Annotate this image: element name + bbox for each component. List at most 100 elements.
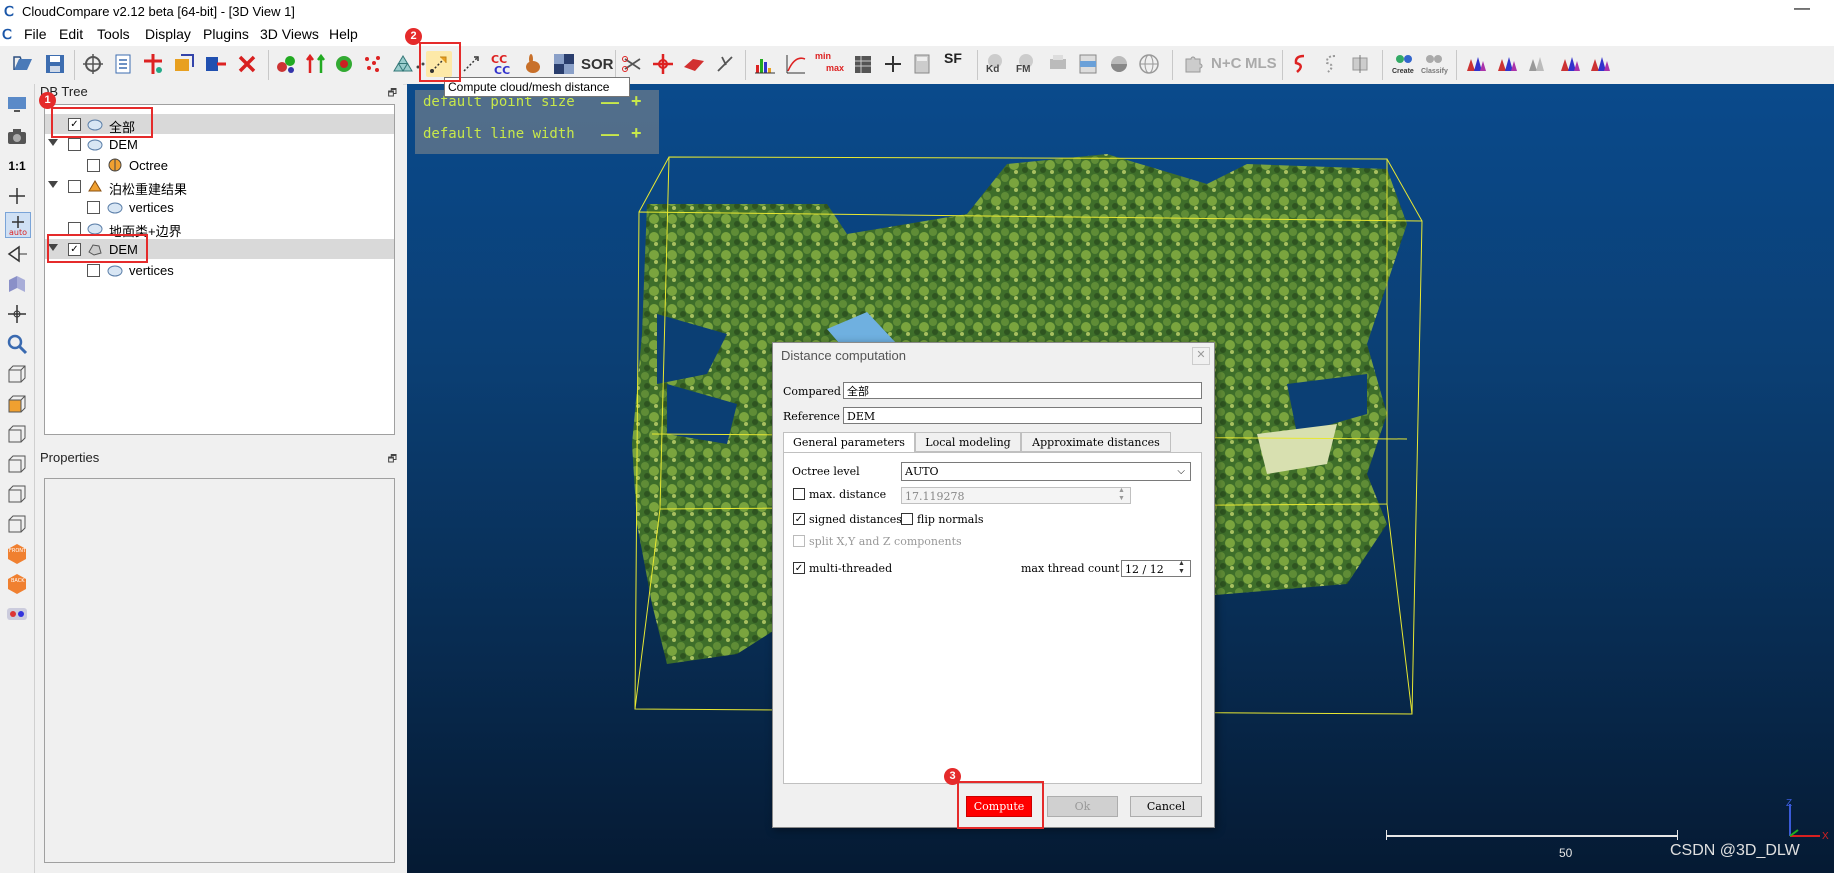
pick-icon[interactable] [712, 51, 738, 77]
flip-normals-checkbox[interactable] [901, 513, 913, 525]
puzzle-icon[interactable] [1180, 51, 1206, 77]
compared-field[interactable]: 全部 [843, 382, 1202, 399]
view-cube-icon-1[interactable] [5, 362, 29, 386]
sample-points-icon[interactable] [140, 51, 166, 77]
menu-3d-views[interactable]: 3D Views [258, 26, 321, 42]
save-icon[interactable] [42, 51, 68, 77]
minmax-bottom-label[interactable]: max [826, 63, 844, 73]
reference-field[interactable]: DEM [843, 407, 1202, 424]
sf-button[interactable]: SF [944, 50, 962, 66]
line-width-minus-button[interactable]: — [601, 124, 619, 145]
menu-file[interactable]: File [22, 26, 49, 42]
s-dots-icon[interactable] [1318, 51, 1344, 77]
cloud-cloud-dist-icon[interactable] [458, 51, 484, 77]
tab-approximate-distances[interactable]: Approximate distances [1021, 432, 1171, 452]
segment-icon[interactable] [203, 51, 229, 77]
signed-distances-checkbox[interactable]: ✓ [793, 513, 805, 525]
tree-item-checkbox[interactable] [87, 201, 100, 214]
expand-icon[interactable] [48, 181, 58, 188]
scissors-icon[interactable] [620, 51, 646, 77]
display-icon[interactable] [5, 92, 29, 116]
spin-arrows-icon[interactable]: ▲ ▼ [1118, 487, 1125, 503]
s-curve-icon[interactable] [1287, 51, 1313, 77]
view-cube-icon-4[interactable] [5, 482, 29, 506]
view-cube-icon-2[interactable] [5, 422, 29, 446]
tree-item-octree[interactable]: Octree [45, 155, 394, 175]
menu-plugins[interactable]: Plugins [201, 26, 251, 42]
merge-icon[interactable] [171, 51, 197, 77]
histogram-icon[interactable] [752, 51, 778, 77]
sor-filter-button[interactable]: SOR [581, 56, 614, 73]
move-icon[interactable] [5, 302, 29, 326]
stereo-icon[interactable] [5, 602, 29, 626]
float-panel-icon[interactable]: 🗗 [388, 452, 397, 469]
ok-button[interactable]: Ok [1047, 796, 1118, 817]
app-menu-icon[interactable]: Ⅽ [2, 26, 12, 43]
view-cube-icon-3[interactable] [5, 452, 29, 476]
menu-help[interactable]: Help [327, 26, 360, 42]
checker-icon[interactable] [551, 51, 577, 77]
facets-icon-4[interactable] [1557, 51, 1583, 77]
octree-arrows-icon[interactable] [303, 51, 329, 77]
normals-icon[interactable] [273, 51, 299, 77]
center-icon[interactable] [5, 184, 29, 208]
sphere-icon[interactable] [1106, 51, 1132, 77]
open-icon[interactable] [10, 51, 36, 77]
pivot-arrow-icon[interactable] [5, 242, 29, 266]
sf-table-icon[interactable] [850, 51, 876, 77]
tree-item-vertices[interactable]: vertices [45, 197, 394, 217]
tree-item-checkbox[interactable] [68, 138, 81, 151]
point-size-plus-button[interactable]: + [631, 91, 642, 112]
mls-button[interactable]: MLS [1245, 55, 1277, 72]
octree-level-select[interactable]: AUTO ⌵ [901, 462, 1191, 481]
plane-icon[interactable] [681, 51, 707, 77]
float-panel-icon[interactable]: 🗗 [388, 86, 397, 103]
list-icon[interactable] [110, 51, 136, 77]
tree-item-vertices-2[interactable]: vertices [45, 260, 394, 280]
view-back-iso-icon[interactable]: BACK [5, 572, 29, 596]
max-distance-input[interactable]: 17.119278 [901, 487, 1131, 504]
tree-item-poisson[interactable]: 泊松重建结果 [45, 176, 394, 197]
zoom-icon[interactable] [5, 332, 29, 356]
translate-icon[interactable] [650, 51, 676, 77]
facets-icon-5[interactable] [1587, 51, 1613, 77]
add-icon[interactable] [880, 51, 906, 77]
menu-edit[interactable]: Edit [57, 26, 85, 42]
print-icon[interactable] [1045, 51, 1071, 77]
globe-icon[interactable] [1136, 51, 1162, 77]
facets-icon-2[interactable] [1494, 51, 1520, 77]
tree-item-checkbox[interactable] [87, 264, 100, 277]
max-distance-checkbox[interactable] [793, 488, 805, 500]
delete-icon[interactable] [234, 51, 260, 77]
view-front-iso-icon[interactable]: FRONT [5, 542, 29, 566]
normals-consistency-button[interactable]: N+C [1211, 55, 1241, 72]
tab-local-modeling[interactable]: Local modeling [915, 432, 1021, 452]
csv-icon[interactable] [1075, 51, 1101, 77]
c2c-icon[interactable]: CC CC [489, 51, 515, 77]
fit-curve-icon[interactable] [783, 51, 809, 77]
transform-icon[interactable] [80, 51, 106, 77]
minimize-button[interactable]: — [1790, 0, 1814, 22]
menu-display[interactable]: Display [143, 26, 193, 42]
expand-icon[interactable] [48, 139, 58, 146]
zoom-1-1-icon[interactable]: 1:1 [5, 154, 29, 178]
calculator-icon[interactable] [909, 51, 935, 77]
close-icon[interactable]: ✕ [1192, 347, 1210, 365]
minmax-top-label[interactable]: min [815, 51, 831, 61]
perspective-icon[interactable] [5, 272, 29, 296]
view-top-icon[interactable] [5, 392, 29, 416]
view-cube-icon-5[interactable] [5, 512, 29, 536]
scatter-icon[interactable] [359, 51, 385, 77]
bunny-icon[interactable] [520, 51, 546, 77]
menu-tools[interactable]: Tools [95, 26, 132, 42]
facets-icon-3[interactable] [1525, 51, 1551, 77]
line-width-plus-button[interactable]: + [631, 123, 642, 144]
camera-icon[interactable] [5, 124, 29, 148]
colors-icon[interactable] [331, 51, 357, 77]
tree-item-checkbox[interactable] [68, 180, 81, 193]
split-components-checkbox[interactable] [793, 535, 805, 547]
multi-threaded-checkbox[interactable]: ✓ [793, 562, 805, 574]
spin-arrows-icon[interactable]: ▲ ▼ [1178, 560, 1185, 576]
auto-pivot-icon[interactable]: auto [5, 212, 31, 238]
tab-general-parameters[interactable]: General parameters [783, 432, 915, 453]
